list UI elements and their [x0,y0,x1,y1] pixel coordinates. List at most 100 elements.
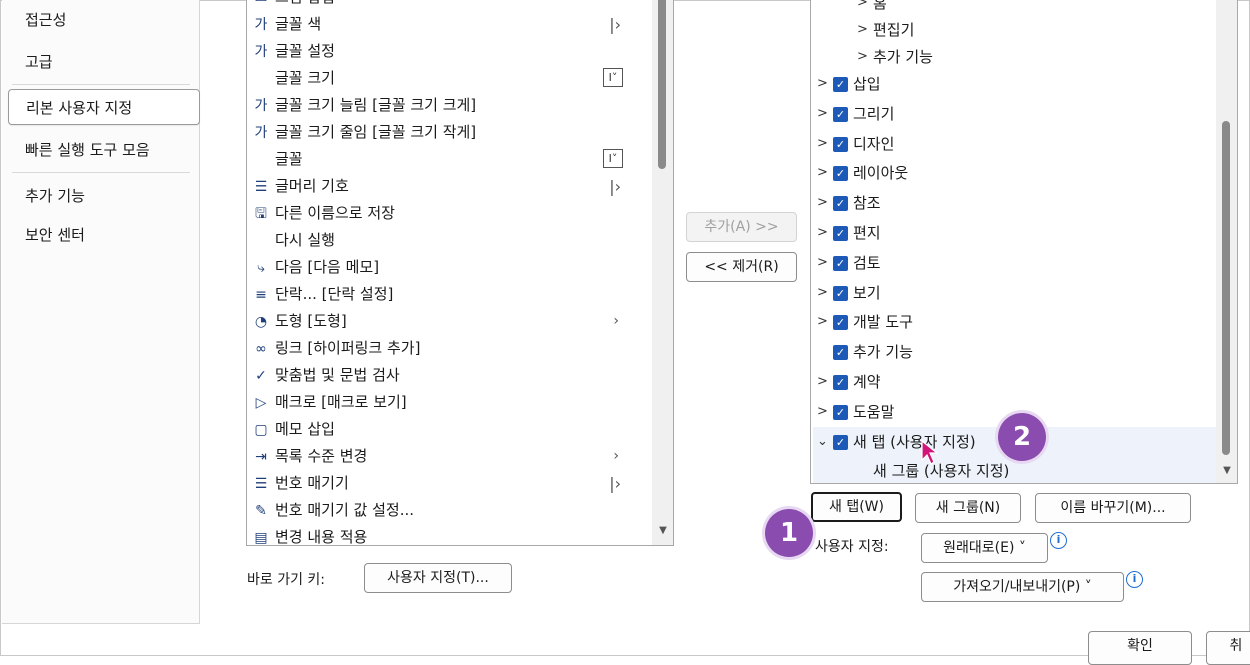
command-item[interactable]: ⇥ 목록 수준 변경 › [247,443,651,470]
font-color-icon: 가 [254,17,268,33]
commands-list[interactable]: ▭그림 삽입가글꼴 색|›가글꼴 설정글꼴 크기I˅가글꼴 크기 늘림 [글꼴 … [246,0,674,546]
chevron-right-icon[interactable]: > [817,308,828,336]
chevron-right-icon[interactable]: > [817,219,828,247]
ribbon-tab-node[interactable]: ✓ 추가 기능 [815,338,1215,366]
commands-scrollbar[interactable]: ▼ [652,0,673,545]
command-item[interactable]: 가 글꼴 설정 [247,38,651,65]
command-item[interactable]: ⤷ 다음 [다음 메모] [247,254,651,281]
chevron-right-icon[interactable]: > [817,249,828,277]
cancel-button[interactable]: 취 [1206,631,1250,665]
ribbon-tab-label: 그리기 [853,104,895,123]
info-icon[interactable]: i [1126,571,1143,588]
shapes-icon: ◔ [254,314,268,330]
command-label: 번호 매기기 [275,474,349,492]
command-label: 변경 내용 적용 [275,528,368,546]
nav-item-quick-access-toolbar[interactable]: 빠른 실행 도구 모음 [8,132,200,168]
remove-button[interactable]: << 제거(R) [686,252,797,282]
command-item[interactable]: ✎ 번호 매기기 값 설정... [247,497,651,524]
chevron-right-icon[interactable]: > [817,398,828,426]
import-export-dropdown[interactable]: 가져오기/내보내기(P) ˅ [921,572,1124,602]
tree-scroll-thumb[interactable] [1222,121,1230,455]
command-label: 글꼴 [275,150,303,168]
ribbon-tab-node[interactable]: > ✓ 검토 [815,249,1215,277]
checkbox-checked-icon[interactable]: ✓ [833,255,848,271]
chevron-down-icon[interactable]: ⌄ [817,428,828,456]
command-item[interactable]: 글꼴 I˅ [247,146,651,173]
chevron-right-icon: › [613,313,619,329]
command-item[interactable]: 글꼴 크기 I˅ [247,65,651,92]
ribbon-tab-node[interactable]: > ✓ 그리기 [815,100,1215,128]
checkbox-checked-icon[interactable]: ✓ [833,345,848,361]
chevron-right-icon[interactable]: > [817,100,828,128]
command-item[interactable]: ≡ 단락... [단락 설정] [247,281,651,308]
chevron-right-icon[interactable]: > [817,368,828,396]
shortcut-customize-button[interactable]: 사용자 지정(T)... [364,563,512,593]
link-icon: ∞ [255,341,267,357]
command-item[interactable]: ☰ 글머리 기호 |› [247,173,651,200]
checkbox-checked-icon[interactable]: ✓ [833,106,848,122]
ribbon-tab-node[interactable]: > ✓ 편지 [815,219,1215,247]
ribbon-tab-node[interactable]: > ✓ 디자인 [815,130,1215,158]
command-item[interactable]: 가 글꼴 크기 줄임 [글꼴 크기 작게] [247,119,651,146]
nav-item-customize-ribbon[interactable]: 리본 사용자 지정 [8,89,200,125]
add-button[interactable]: 추가(A) >> [686,212,797,242]
scroll-down-icon[interactable]: ▼ [656,525,670,536]
chevron-right-icon[interactable]: > [817,279,828,307]
command-item[interactable]: ▭그림 삽입 [247,0,651,11]
checkbox-checked-icon[interactable]: ✓ [833,166,848,182]
ribbon-tabs-tree[interactable]: > 홈 > 편집기 > 추가 기능 > ✓ 삽입 > ✓ 그리기 > ✓ 디자인 > ✓ 레이아웃 > ✓ 참조 > ✓ 편지… [810,0,1238,484]
command-item[interactable]: ☰ 번호 매기기 |› [247,470,651,497]
command-label: 도형 [도형] [275,312,347,330]
command-item[interactable]: 가 글꼴 크기 늘림 [글꼴 크기 크게] [247,92,651,119]
command-item[interactable]: ▤ 변경 내용 적용 [247,524,651,546]
nav-item-advanced[interactable]: 고급 [8,44,200,80]
chevron-right-icon[interactable]: > [817,189,828,217]
ribbon-tab-label: 검토 [853,253,881,272]
checkbox-checked-icon[interactable]: ✓ [833,375,848,390]
nav-item-add-ins[interactable]: 추가 기능 [8,178,200,214]
checkbox-checked-icon[interactable]: ✓ [833,77,848,92]
command-item[interactable]: ▢ 메모 삽입 [247,416,651,443]
new-tab-button[interactable]: 새 탭(W) [811,492,902,522]
rename-button[interactable]: 이름 바꾸기(M)... [1035,493,1191,523]
commands-scroll-thumb[interactable] [658,0,666,169]
command-label: 다시 실행 [275,231,335,249]
ribbon-tab-node[interactable]: > ✓ 계약 [815,368,1215,396]
command-item[interactable]: ◔ 도형 [도형] › [247,308,651,335]
new-group-button[interactable]: 새 그룹(N) [915,493,1021,523]
command-item[interactable]: ✓ 맞춤법 및 문법 검사 [247,362,651,389]
checkbox-checked-icon[interactable]: ✓ [833,404,848,420]
checkbox-checked-icon[interactable]: ✓ [833,136,848,152]
ribbon-tab-node[interactable]: > ✓ 개발 도구 [815,308,1215,336]
nav-item-accessibility[interactable]: 접근성 [8,2,200,38]
command-item[interactable]: 가 글꼴 색 |› [247,11,651,38]
options-nav: 접근성 고급 리본 사용자 지정 빠른 실행 도구 모음 추가 기능 보안 센터 [2,0,200,624]
combo-box-icon: I˅ [603,149,623,168]
checkbox-checked-icon[interactable]: ✓ [833,434,848,450]
nav-item-trust-center[interactable]: 보안 센터 [8,217,200,253]
ok-button[interactable]: 확인 [1088,631,1192,665]
tree-new-group[interactable]: 새 그룹 (사용자 지정) [873,457,1009,483]
command-item[interactable]: ▷ 매크로 [매크로 보기] [247,389,651,416]
checkbox-checked-icon[interactable]: ✓ [833,285,848,301]
grow-font-icon: 가 [254,98,268,114]
checkbox-checked-icon[interactable]: ✓ [833,226,848,241]
reset-dropdown[interactable]: 원래대로(E) ˅ [921,533,1048,563]
tree-subitem-label: 추가 기능 [873,48,933,66]
chevron-right-icon[interactable]: > [817,159,828,187]
checkbox-checked-icon[interactable]: ✓ [833,315,848,331]
ribbon-tab-node[interactable]: > ✓ 보기 [815,279,1215,307]
command-item[interactable]: 🖫 다른 이름으로 저장 [247,200,651,227]
chevron-right-icon[interactable]: > [817,70,828,98]
command-item[interactable]: ∞ 링크 [하이퍼링크 추가] [247,335,651,362]
chevron-right-icon[interactable]: > [817,130,828,158]
tree-scrollbar[interactable]: ▼ [1216,0,1237,483]
command-item[interactable]: 다시 실행 [247,227,651,254]
ribbon-tab-node[interactable]: > ✓ 참조 [815,189,1215,217]
ribbon-tab-node[interactable]: > ✓ 삽입 [815,70,1215,98]
scroll-down-icon[interactable]: ▼ [1220,465,1234,476]
checkbox-checked-icon[interactable]: ✓ [833,196,848,212]
spelling-icon: ✓ [255,368,267,384]
info-icon[interactable]: i [1050,532,1067,549]
ribbon-tab-node[interactable]: > ✓ 레이아웃 [815,159,1215,187]
